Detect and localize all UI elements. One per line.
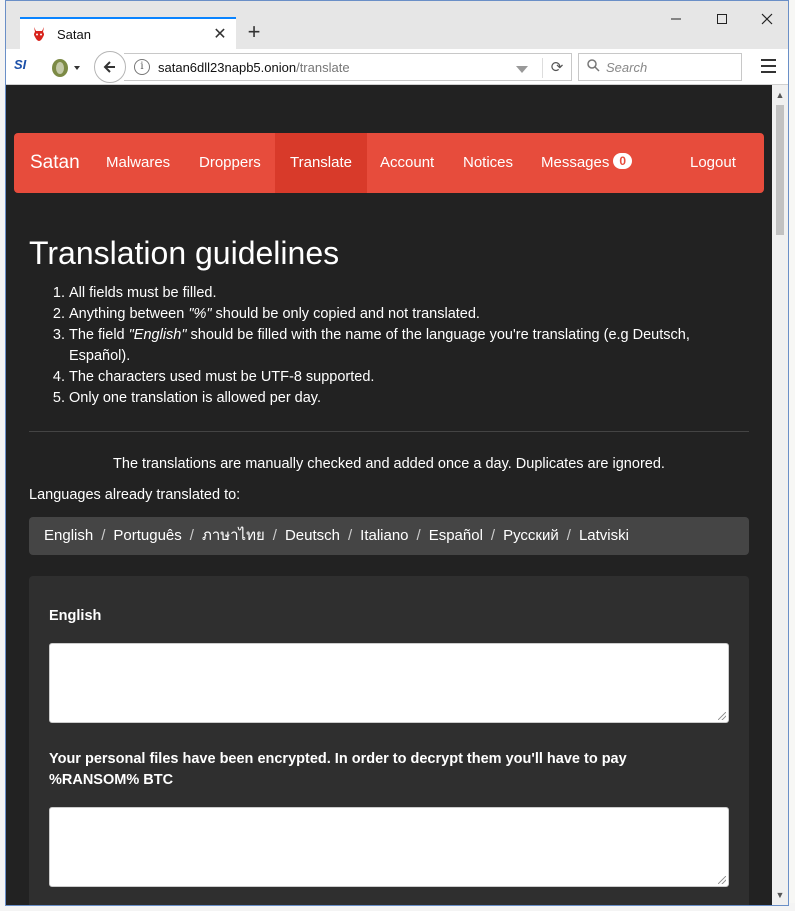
- scrollbar-thumb[interactable]: [776, 105, 784, 235]
- translated-languages-breadcrumb: English / Português / ภาษาไทย / Deutsch / Italia…: [29, 517, 749, 555]
- url-path: /translate: [296, 59, 350, 75]
- guideline-item: The characters used must be UTF-8 suppor…: [69, 367, 729, 388]
- site-navbar: Satan Malwares Droppers Translate Accoun…: [14, 133, 764, 193]
- guideline-emphasis: "%": [188, 306, 212, 322]
- guideline-text: should be only copied and not translated…: [211, 306, 480, 322]
- nav-item-droppers[interactable]: Droppers: [185, 133, 275, 193]
- separator: /: [490, 527, 496, 544]
- desktop-background-right: [788, 0, 795, 911]
- scroll-up-icon[interactable]: ▲: [772, 87, 788, 103]
- close-window-button[interactable]: [744, 5, 790, 29]
- back-arrow-icon: [103, 61, 115, 73]
- language-item: Español: [428, 527, 483, 544]
- scroll-down-icon[interactable]: ▼: [772, 887, 788, 903]
- devil-favicon-icon: [31, 26, 47, 42]
- nav-item-translate[interactable]: Translate: [275, 133, 367, 193]
- translated-languages-label: Languages already translated to:: [29, 487, 241, 503]
- title-bar: Satan ✕ +: [6, 1, 788, 49]
- messages-count-badge: 0: [613, 153, 633, 169]
- separator: /: [189, 527, 194, 544]
- site-info-icon[interactable]: i: [134, 59, 150, 75]
- field-label-english: English: [49, 608, 102, 624]
- guideline-item: The field "English" should be filled wit…: [69, 325, 729, 367]
- url-bar[interactable]: i satan6dll23napb5.onion/translate ⟳: [124, 53, 572, 81]
- minimize-button[interactable]: [653, 5, 699, 29]
- separator: /: [347, 527, 353, 544]
- resize-grip-icon[interactable]: [718, 876, 726, 884]
- language-item: Português: [113, 527, 182, 544]
- tab-title: Satan: [57, 26, 91, 42]
- guidelines-list: All fields must be filled. Anything betw…: [28, 283, 729, 409]
- search-icon: [587, 59, 600, 75]
- url-host: satan6dll23napb5.onion: [158, 59, 297, 75]
- noscript-extension-icon[interactable]: [50, 55, 86, 79]
- separator: /: [272, 527, 277, 544]
- logout-link[interactable]: Logout: [676, 133, 750, 193]
- english-textarea[interactable]: [49, 643, 729, 723]
- new-tab-button[interactable]: +: [242, 21, 266, 45]
- guideline-item: Only one translation is allowed per day.: [69, 388, 729, 409]
- nav-item-messages-label: Messages: [541, 154, 610, 171]
- language-item: English: [44, 527, 94, 544]
- browser-tab[interactable]: Satan ✕: [20, 17, 236, 49]
- separator: /: [101, 527, 106, 544]
- url-dropdown-icon[interactable]: [516, 62, 528, 77]
- nav-item-messages[interactable]: Messages 0: [527, 133, 646, 193]
- language-item: Русский: [503, 527, 559, 544]
- guideline-item: Anything between "%" should be only copi…: [69, 304, 729, 325]
- separator: /: [566, 527, 571, 544]
- tab-close-icon[interactable]: ✕: [210, 24, 230, 44]
- browser-window: Satan ✕ + SI i satan6dll23napb5.onion/tr…: [5, 0, 789, 906]
- guideline-text: The field: [69, 327, 129, 343]
- brand-link[interactable]: Satan: [30, 152, 80, 174]
- ransom-message-textarea[interactable]: [49, 807, 729, 887]
- hamburger-menu-icon[interactable]: [756, 55, 780, 79]
- back-button[interactable]: [94, 51, 126, 83]
- divider: [29, 431, 749, 432]
- search-placeholder: Search: [606, 59, 648, 75]
- guideline-text: Anything between: [69, 306, 189, 322]
- field-label-ransom-message: Your personal files have been encrypted.…: [49, 751, 627, 788]
- page-title: Translation guidelines: [29, 235, 340, 271]
- maximize-button[interactable]: [699, 5, 745, 29]
- nav-item-notices[interactable]: Notices: [449, 133, 527, 193]
- separator: /: [416, 527, 421, 544]
- extension-si-icon[interactable]: SI: [14, 57, 34, 77]
- vertical-scrollbar[interactable]: ▲ ▼: [772, 85, 788, 905]
- translation-form: English Your personal files have been en…: [29, 576, 749, 905]
- reload-icon[interactable]: ⟳: [542, 58, 571, 78]
- language-item: Deutsch: [284, 527, 340, 544]
- nav-item-malwares[interactable]: Malwares: [92, 133, 184, 193]
- language-item: ภาษาไทย: [201, 527, 265, 544]
- guideline-item: All fields must be filled.: [69, 283, 729, 304]
- search-input[interactable]: Search: [578, 53, 742, 81]
- language-item: Italiano: [360, 527, 409, 544]
- guideline-emphasis: "English": [128, 327, 187, 343]
- language-item: Latviski: [578, 527, 629, 544]
- navigation-toolbar: SI i satan6dll23napb5.onion/translate ⟳ …: [6, 49, 788, 85]
- nav-item-account[interactable]: Account: [365, 133, 449, 193]
- translation-notice: The translations are manually checked an…: [113, 456, 665, 472]
- page-content: Satan Malwares Droppers Translate Accoun…: [6, 85, 772, 905]
- resize-grip-icon[interactable]: [718, 712, 726, 720]
